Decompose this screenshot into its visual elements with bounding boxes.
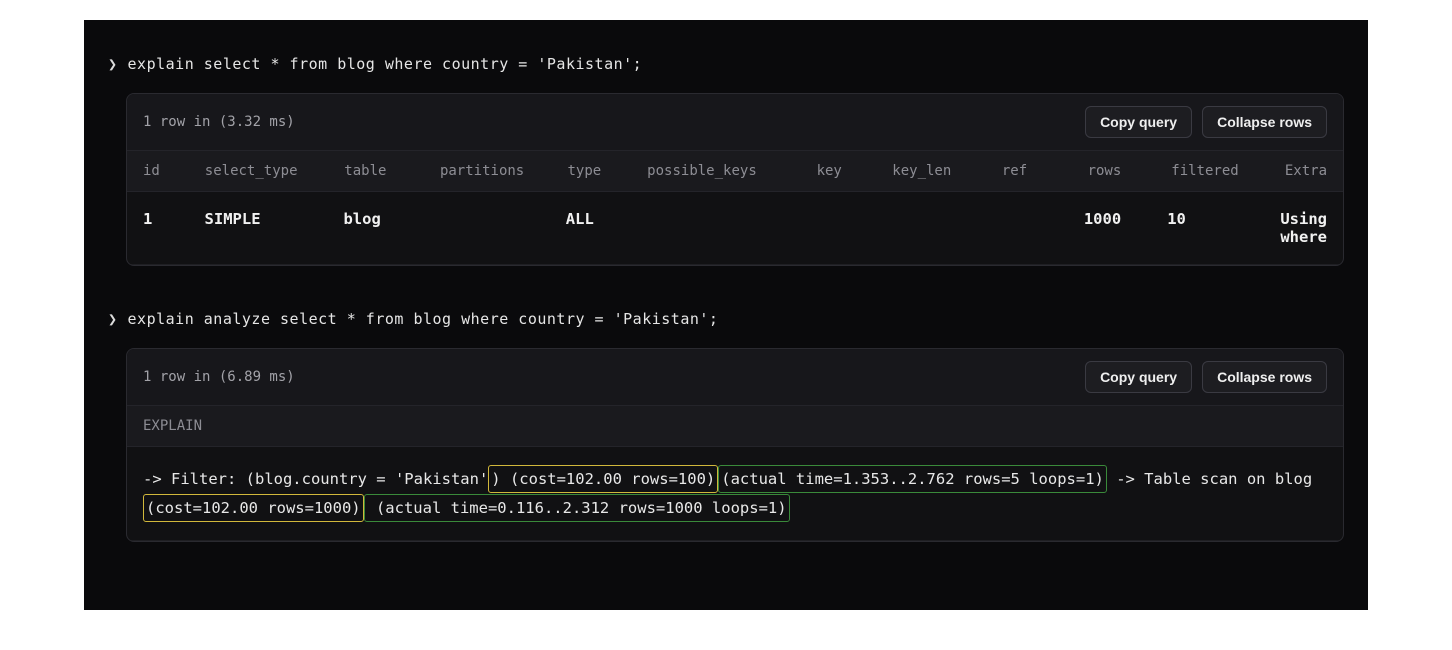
col-rows: rows [1088,163,1172,179]
highlight-actual-green: (actual time=0.116..2.312 rows=1000 loop… [364,494,790,522]
col-extra: Extra [1285,163,1327,179]
collapse-rows-button[interactable]: Collapse rows [1202,361,1327,393]
copy-query-button[interactable]: Copy query [1085,106,1192,138]
sql-query-text: explain analyze select * from blog where… [128,310,719,328]
highlight-actual-green: (actual time=1.353..2.762 rows=5 loops=1… [718,465,1107,493]
collapse-rows-button[interactable]: Collapse rows [1202,106,1327,138]
col-partitions: partitions [440,163,568,179]
col-key: key [817,163,893,179]
cell-table: blog [343,210,438,246]
result-panel: 1 row in (6.89 ms) Copy query Collapse r… [126,348,1344,542]
cell-partitions [439,210,566,246]
query-block-1: ❯ explain select * from blog where count… [108,55,1344,266]
cell-ref [998,210,1083,246]
explain-output: -> Filter: (blog.country = 'Pakistan') (… [127,447,1343,541]
prompt-line: ❯ explain analyze select * from blog whe… [108,310,1344,328]
highlight-cost-yellow: (cost=102.00 rows=1000) [143,494,364,522]
cell-type: ALL [566,210,645,246]
col-table: table [344,163,440,179]
col-select-type: select_type [205,163,345,179]
result-actions: Copy query Collapse rows [1085,361,1327,393]
col-filtered: filtered [1171,163,1285,179]
sql-terminal: ❯ explain select * from blog where count… [84,20,1368,610]
row-summary: 1 row in (3.32 ms) [143,114,295,130]
row-summary: 1 row in (6.89 ms) [143,369,295,385]
explain-column-header: EXPLAIN [127,406,1343,447]
cell-id: 1 [143,210,205,246]
explain-text: -> Table scan on blog [1107,470,1312,488]
copy-query-button[interactable]: Copy query [1085,361,1192,393]
table-row: 1 SIMPLE blog ALL 1000 10 Using where [127,192,1343,265]
col-id: id [143,163,205,179]
cell-filtered: 10 [1167,210,1280,246]
highlight-cost-yellow: ) (cost=102.00 rows=100) [488,465,718,493]
explain-text: -> Filter: (blog.country = 'Pakistan' [143,470,488,488]
cell-select-type: SIMPLE [205,210,344,246]
col-key-len: key_len [892,163,1002,179]
cell-key-len [889,210,998,246]
column-headers: id select_type table partitions type pos… [127,151,1343,192]
result-actions: Copy query Collapse rows [1085,106,1327,138]
prompt-chevron-icon: ❯ [108,310,118,328]
col-type: type [567,163,647,179]
result-header: 1 row in (3.32 ms) Copy query Collapse r… [127,94,1343,151]
cell-key [814,210,889,246]
prompt-line: ❯ explain select * from blog where count… [108,55,1344,73]
col-possible-keys: possible_keys [647,163,816,179]
prompt-chevron-icon: ❯ [108,55,118,73]
result-header: 1 row in (6.89 ms) Copy query Collapse r… [127,349,1343,406]
sql-query-text: explain select * from blog where country… [128,55,643,73]
cell-extra: Using where [1280,210,1327,246]
cell-rows: 1000 [1084,210,1167,246]
cell-possible-keys [645,210,814,246]
result-panel: 1 row in (3.32 ms) Copy query Collapse r… [126,93,1344,266]
query-block-2: ❯ explain analyze select * from blog whe… [108,310,1344,542]
col-ref: ref [1002,163,1088,179]
